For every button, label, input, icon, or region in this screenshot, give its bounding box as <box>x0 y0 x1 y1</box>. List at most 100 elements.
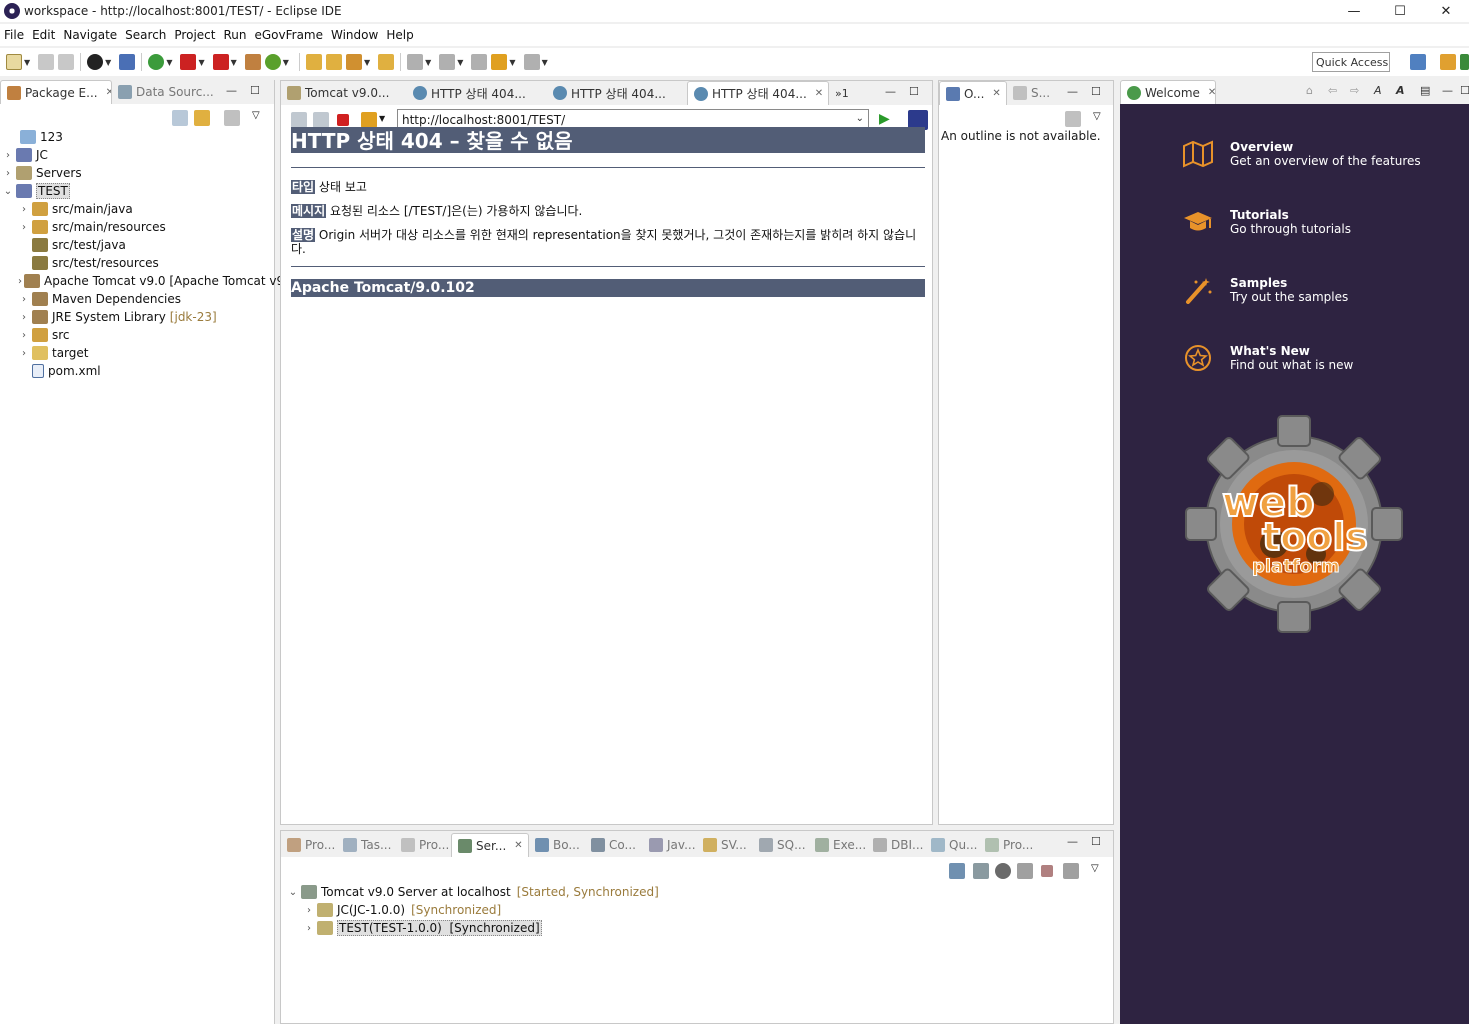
close-button[interactable]: ✕ <box>1423 0 1469 22</box>
tab-snippets[interactable]: S... <box>1007 81 1051 105</box>
package-icon[interactable] <box>244 54 261 70</box>
stop-icon[interactable] <box>180 54 197 70</box>
module-row-jc[interactable]: › JC(JC-1.0.0) [Synchronized] <box>287 901 659 919</box>
tree-item-jc[interactable]: › JC <box>0 146 275 164</box>
open-type-icon[interactable] <box>305 54 322 70</box>
close-icon[interactable]: ✕ <box>1208 87 1215 98</box>
tab-execution[interactable]: Exe... <box>809 833 867 857</box>
forward-icon[interactable] <box>523 54 540 70</box>
expand-icon[interactable]: › <box>18 312 30 323</box>
tree-item-src-main-java[interactable]: › src/main/java <box>0 200 275 218</box>
customize-icon[interactable]: ▤ <box>1420 84 1430 97</box>
menu-project[interactable]: Project <box>172 28 221 42</box>
run-server-icon[interactable] <box>212 54 229 70</box>
tree-item-src-test-java[interactable]: src/test/java <box>0 236 275 254</box>
view-menu-icon[interactable]: ▽ <box>1091 863 1099 874</box>
tab-javadoc[interactable]: Jav... <box>643 833 697 857</box>
close-icon[interactable]: ✕ <box>514 840 522 851</box>
expand-icon[interactable]: › <box>2 150 14 161</box>
minimize-icon[interactable]: — <box>1067 835 1078 848</box>
tab-dbi[interactable]: DBI... <box>867 833 925 857</box>
tab-welcome[interactable]: Welcome ✕ <box>1120 80 1216 104</box>
tab-problems[interactable]: Pro... <box>395 833 451 857</box>
maximize-icon[interactable]: ☐ <box>909 85 919 98</box>
menu-help[interactable]: Help <box>384 28 419 42</box>
expand-icon[interactable]: › <box>18 222 30 233</box>
view-menu-icon[interactable]: ▽ <box>1093 111 1101 122</box>
expand-icon[interactable]: › <box>18 294 30 305</box>
home-icon[interactable]: ⌂ <box>1306 84 1313 97</box>
maximize-icon[interactable]: ☐ <box>1460 84 1469 97</box>
tab-outline[interactable]: O... ✕ <box>939 81 1007 105</box>
close-icon[interactable]: ✕ <box>815 88 823 99</box>
tree-item-servers[interactable]: › Servers <box>0 164 275 182</box>
profile-icon[interactable] <box>87 54 104 70</box>
next-annotation-icon[interactable] <box>407 54 424 70</box>
open-perspective-icon[interactable] <box>1410 54 1426 70</box>
tree-item-jre-library[interactable]: › JRE System Library [jdk-23] <box>0 308 275 326</box>
prev-annotation-icon[interactable] <box>439 54 456 70</box>
publish-icon[interactable] <box>1063 863 1079 879</box>
tab-servers[interactable]: Ser... ✕ <box>451 833 529 857</box>
forward-icon[interactable] <box>313 112 329 128</box>
chevron-down-icon[interactable]: ▼ <box>379 114 385 123</box>
maximize-icon[interactable]: ☐ <box>1091 85 1101 98</box>
tab-http-404-active[interactable]: HTTP 상태 404... ✕ <box>687 81 829 105</box>
view-menu-icon[interactable]: ▽ <box>252 110 260 121</box>
chevron-down-icon[interactable]: ⌄ <box>856 113 864 124</box>
tab-overflow[interactable]: »1 <box>829 81 859 105</box>
minimize-icon[interactable]: — <box>1442 84 1453 97</box>
stop-icon[interactable] <box>337 114 349 126</box>
close-icon[interactable]: ✕ <box>992 88 1000 99</box>
tree-item-pom[interactable]: pom.xml <box>0 362 275 380</box>
debug-icon[interactable] <box>148 54 165 70</box>
refresh-icon[interactable] <box>361 112 377 128</box>
menu-search[interactable]: Search <box>123 28 172 42</box>
back-icon[interactable] <box>291 112 307 128</box>
save-all-icon[interactable] <box>58 54 75 70</box>
module-row-test[interactable]: › TEST(TEST-1.0.0) [Synchronized] <box>287 919 659 937</box>
tab-progress[interactable]: Pro... <box>979 833 1037 857</box>
expand-icon[interactable]: › <box>18 348 30 359</box>
tab-sql[interactable]: SQ... <box>753 833 809 857</box>
menu-file[interactable]: File <box>2 28 30 42</box>
tree-item-123[interactable]: 123 <box>0 128 275 146</box>
tab-tomcat-server[interactable]: Tomcat v9.0... <box>281 81 407 105</box>
open-folder-icon[interactable] <box>325 54 342 70</box>
tab-data-source[interactable]: Data Sourc... <box>112 80 216 104</box>
forward-icon[interactable]: ⇨ <box>1350 84 1359 97</box>
welcome-overview-link[interactable]: Overview Get an overview of the features <box>1183 140 1421 168</box>
filter-icon[interactable] <box>1065 111 1081 127</box>
filter-icon[interactable] <box>224 110 240 126</box>
last-edit-icon[interactable] <box>471 54 488 70</box>
tab-package-explorer[interactable]: Package E... ✕ <box>0 80 112 104</box>
welcome-samples-link[interactable]: Samples Try out the samples <box>1186 276 1348 304</box>
maximize-icon[interactable]: ☐ <box>1091 835 1101 848</box>
minimize-icon[interactable]: — <box>1067 85 1078 98</box>
profile-server-icon[interactable] <box>1017 863 1033 879</box>
open-task-icon[interactable] <box>378 54 395 70</box>
collapse-all-icon[interactable] <box>172 110 188 126</box>
minimize-icon[interactable]: — <box>226 84 237 97</box>
tree-item-tomcat-library[interactable]: › Apache Tomcat v9.0 [Apache Tomcat v9 <box>0 272 284 290</box>
welcome-whats-new-link[interactable]: What's New Find out what is new <box>1185 344 1353 372</box>
expand-icon[interactable]: › <box>18 276 22 287</box>
expand-icon[interactable]: › <box>18 330 30 341</box>
quick-access-input[interactable]: Quick Access <box>1312 52 1390 72</box>
server-row-tomcat[interactable]: ⌄ Tomcat v9.0 Server at localhost [Start… <box>287 883 659 901</box>
minimize-button[interactable]: — <box>1331 0 1377 22</box>
save-icon[interactable] <box>38 54 55 70</box>
run-icon[interactable] <box>264 54 281 70</box>
tab-svn[interactable]: SV... <box>697 833 753 857</box>
link-editor-icon[interactable] <box>194 110 210 126</box>
start-server-icon[interactable] <box>995 863 1011 879</box>
search-tool-icon[interactable] <box>345 54 362 70</box>
debug-server-icon[interactable] <box>973 863 989 879</box>
tree-item-src-test-resources[interactable]: src/test/resources <box>0 254 275 272</box>
tree-item-src[interactable]: › src <box>0 326 275 344</box>
java-perspective-icon[interactable] <box>1460 54 1469 70</box>
stop-server-icon[interactable] <box>1041 865 1053 877</box>
go-icon[interactable]: ▶ <box>879 111 890 127</box>
console-icon[interactable] <box>119 54 136 70</box>
back-icon[interactable] <box>491 54 508 70</box>
